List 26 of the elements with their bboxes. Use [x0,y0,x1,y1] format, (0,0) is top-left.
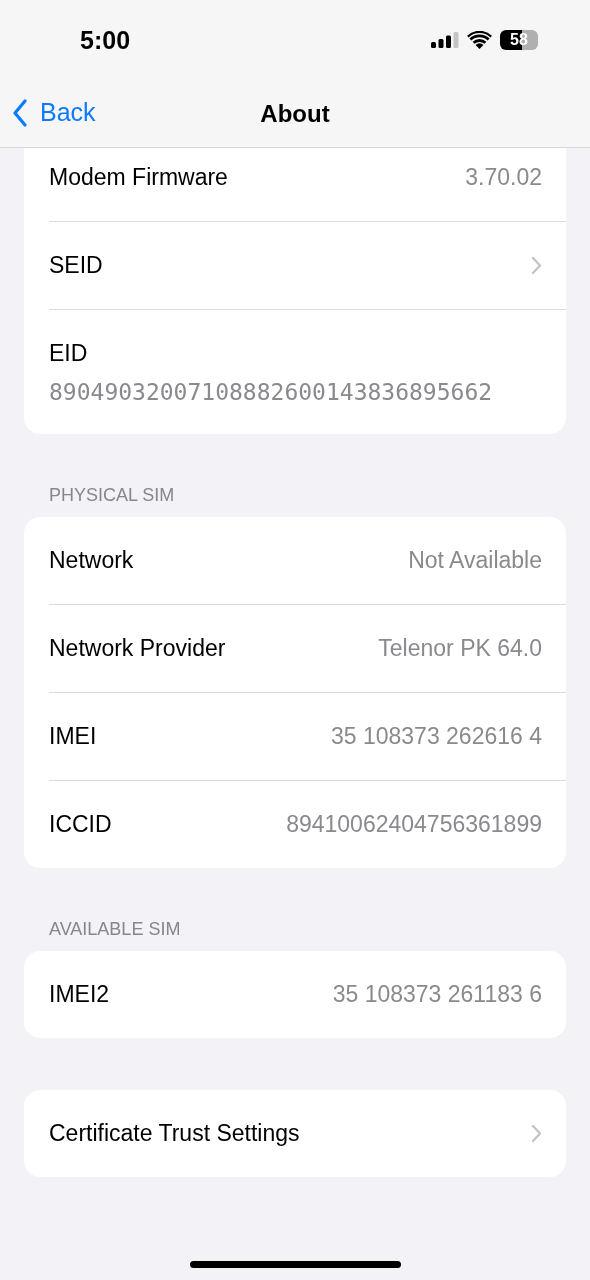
row-label: IMEI [49,723,97,750]
row-label: Network [49,547,134,574]
row-label: Certificate Trust Settings [49,1120,300,1147]
row-label: EID [49,339,88,367]
page-title: About [260,99,330,128]
row-label: Network Provider [49,635,226,662]
row-value: 89049032007108882600143836895662 [49,378,493,405]
row-label: ICCID [49,811,112,838]
back-button[interactable]: Back [12,98,96,127]
row-value: 35 108373 262616 4 [330,723,542,750]
status-time: 5:00 [80,25,131,55]
row-value: 35 108373 261183 6 [332,981,542,1008]
row-value: Not Available [408,547,542,574]
signal-icon [431,32,459,48]
row-value: Telenor PK 64.0 [378,635,542,662]
row-label: IMEI2 [49,981,110,1008]
row-value: 89410062404756361899 [286,811,542,838]
section-header: PHYSICAL SIM [48,484,176,507]
wifi-icon [467,31,492,49]
row-label: SEID [49,252,103,279]
chevron-icon[interactable] [531,1124,542,1143]
row-label: Modem Firmware [49,164,228,191]
section-header: AVAILABLE SIM [48,918,182,941]
chevron-icon[interactable] [12,98,28,127]
row-value: 3.70.02 [465,164,542,191]
chevron-icon[interactable] [531,256,542,275]
